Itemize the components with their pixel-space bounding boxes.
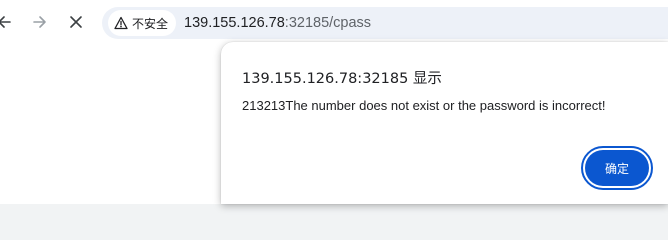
close-icon [70,16,82,28]
browser-toolbar: 不安全 139.155.126.78:32185/cpass [0,0,668,44]
alert-dialog: 139.155.126.78:32185 显示 213213The number… [221,42,668,204]
arrow-left-icon [0,16,11,28]
warning-triangle-icon [114,16,128,30]
url-host: 139.155.126.78 [184,15,285,31]
forward-button[interactable] [28,10,52,34]
security-label: 不安全 [132,16,169,31]
dialog-title: 139.155.126.78:32185 显示 [242,71,442,87]
url-text[interactable]: 139.155.126.78:32185/cpass [184,15,371,31]
security-chip[interactable]: 不安全 [108,10,177,36]
stop-button[interactable] [64,10,88,34]
address-bar[interactable]: 不安全 139.155.126.78:32185/cpass [102,7,668,39]
back-button[interactable] [0,10,16,34]
ok-button[interactable]: 确定 [581,146,653,190]
url-port-path: :32185/cpass [284,15,372,31]
dialog-message: 213213The number does not exist or the p… [242,98,606,113]
arrow-right-icon [33,16,46,28]
